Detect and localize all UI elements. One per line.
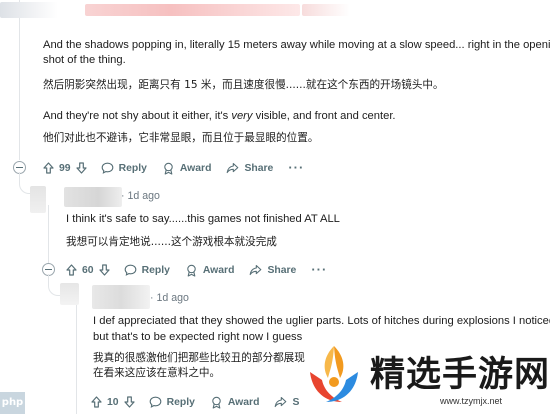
- vote-count: 60: [82, 264, 94, 276]
- thread-line-level-2: [48, 205, 49, 263]
- award-icon: [187, 264, 196, 277]
- share-icon: [275, 396, 287, 408]
- watermark-logo-icon: [310, 346, 358, 402]
- reply-2-actions: 10 Reply Award S: [91, 393, 314, 411]
- watermark-url: www.tzymjx.net: [440, 396, 503, 406]
- upvote-icon[interactable]: [91, 396, 102, 408]
- vote-count: 10: [107, 396, 119, 408]
- share-icon: [250, 264, 262, 276]
- award-label: Award: [202, 264, 235, 276]
- award-button[interactable]: Award: [185, 264, 235, 277]
- more-options-button[interactable]: ···: [288, 160, 305, 175]
- top-comment-line-2: shot of the thing.: [43, 54, 126, 66]
- share-label: Share: [267, 264, 297, 276]
- p2-after: visible, and front and center.: [252, 110, 396, 122]
- award-label: Award: [179, 162, 212, 174]
- upvote-icon[interactable]: [43, 162, 54, 174]
- p2-before: And they're not shy about it either, it'…: [43, 110, 232, 122]
- reply-2-time-value: 1d ago: [156, 292, 189, 304]
- reply-2-line-2: but that's to be expected right now I gu…: [93, 331, 303, 343]
- upvote-icon[interactable]: [66, 264, 77, 276]
- reply-2-translation-2: 在看来这应该在意料之中。: [93, 367, 221, 379]
- reply-2-avatar: [60, 283, 79, 305]
- award-label: Award: [227, 396, 260, 408]
- top-comment-line-1: And the shadows popping in, literally 15…: [43, 39, 550, 51]
- blurred-username-tail: [302, 4, 350, 16]
- reply-1-time: · 1d ago: [121, 190, 160, 202]
- more-options-icon: ···: [288, 160, 305, 175]
- reply-button[interactable]: Reply: [124, 264, 170, 276]
- vote-group: 99: [43, 162, 87, 174]
- watermark-text: 精选手游网: [370, 355, 550, 395]
- top-comment-translation-2: 他们对此也不避讳，它非常显眼，而且位于最显眼的位置。: [43, 132, 319, 144]
- thread-line-level-1: [19, 0, 20, 160]
- more-options-button[interactable]: ···: [311, 262, 328, 277]
- reply-1-avatar: [30, 186, 46, 213]
- comment-icon: [124, 264, 136, 276]
- reply-1-username-blur: [64, 187, 122, 207]
- share-button[interactable]: Share: [226, 162, 273, 174]
- reply-1-actions: 60 Reply Award Share ···: [66, 261, 342, 279]
- reply-1-translation: 我想可以肯定地说......这个游戏根本就没完成: [66, 236, 277, 248]
- vote-group: 60: [66, 264, 110, 276]
- top-comment-paragraph-2: And they're not shy about it either, it'…: [43, 109, 396, 124]
- reply-2-username-blur: [92, 285, 150, 309]
- share-icon: [227, 162, 239, 174]
- award-icon: [164, 162, 173, 175]
- reply-2-line-1: I def appreciated that they showed the u…: [93, 315, 550, 327]
- reply-1-text: I think it's safe to say......this games…: [66, 213, 340, 225]
- blurred-username: [0, 2, 58, 18]
- award-button[interactable]: Award: [162, 162, 212, 175]
- downvote-icon[interactable]: [75, 162, 87, 174]
- reply-button[interactable]: Reply: [149, 396, 195, 408]
- share-button[interactable]: S: [274, 396, 299, 408]
- more-options-icon: ···: [311, 262, 328, 277]
- comment-icon: [149, 396, 161, 408]
- p2-emphasis: very: [231, 110, 253, 122]
- downvote-icon[interactable]: [98, 264, 110, 276]
- reply-label: Reply: [166, 396, 195, 408]
- vote-group: 10: [91, 396, 135, 408]
- reply-2-time: · 1d ago: [150, 292, 189, 304]
- reply-2-translation-1: 我真的很感激他们把那些比较丑的部分都展现: [93, 352, 305, 364]
- reply-1-time-value: 1d ago: [127, 190, 160, 202]
- top-comment-translation-1: 然后阴影突然出现，距离只有 15 米，而且速度很慢......就在这个东西的开场…: [43, 79, 444, 91]
- share-button[interactable]: Share: [249, 264, 296, 276]
- award-button[interactable]: Award: [210, 396, 260, 409]
- comment-icon: [101, 162, 113, 174]
- php-badge: php: [0, 392, 25, 414]
- vote-count: 99: [59, 162, 71, 174]
- reply-label: Reply: [118, 162, 147, 174]
- watermark: 精选手游网 www.tzymjx.net: [300, 340, 550, 414]
- blurred-username-accent: [85, 4, 300, 16]
- thread-line-level-3: [76, 302, 77, 414]
- share-label: S: [292, 396, 300, 408]
- top-comment-actions: 99 Reply Award Share ···: [43, 159, 319, 177]
- share-label: Share: [244, 162, 274, 174]
- downvote-icon[interactable]: [123, 396, 135, 408]
- reply-button[interactable]: Reply: [101, 162, 147, 174]
- award-icon: [212, 396, 221, 409]
- reply-label: Reply: [141, 264, 170, 276]
